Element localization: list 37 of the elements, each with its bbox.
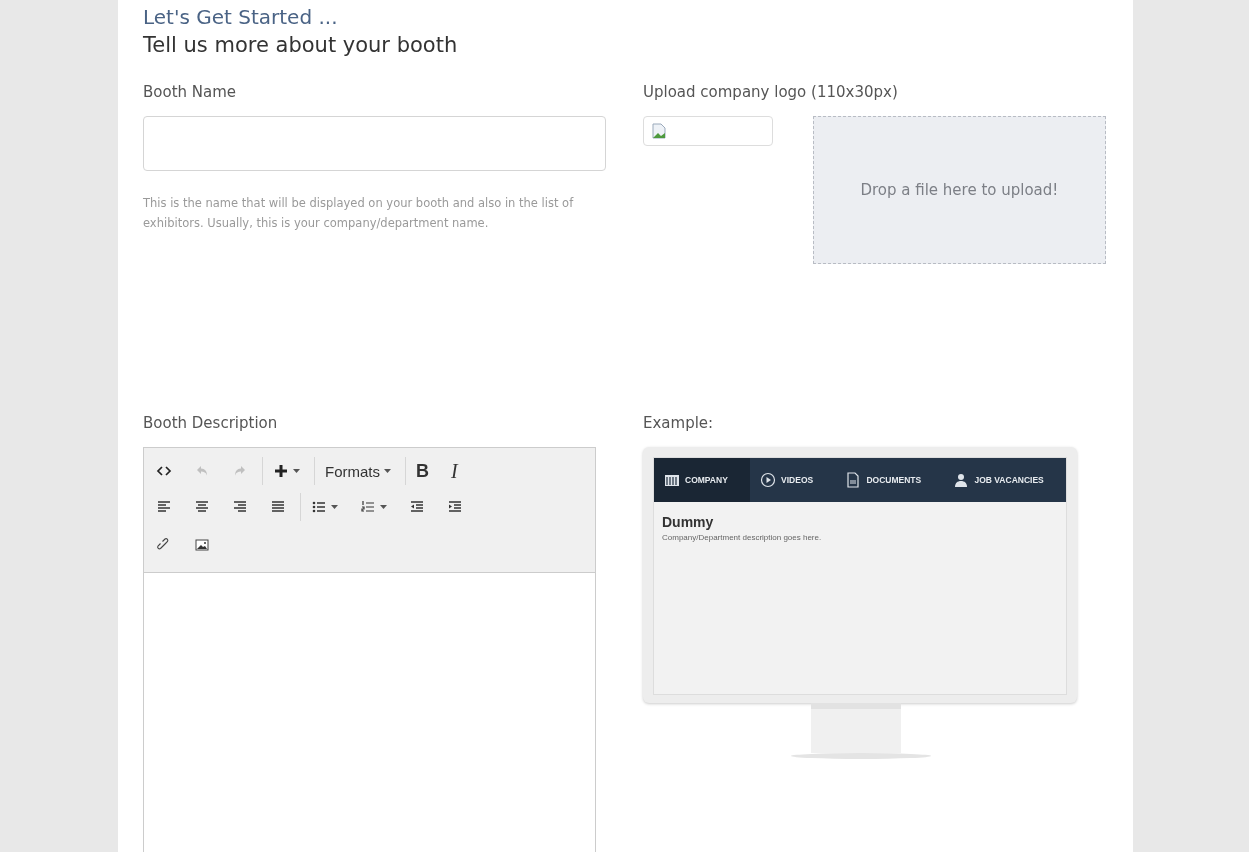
field-label: Booth Description bbox=[143, 413, 279, 433]
bold-button[interactable]: B bbox=[405, 457, 437, 485]
field-label: Booth Name bbox=[143, 82, 238, 102]
document-icon bbox=[845, 472, 862, 488]
preview-title: Dummy bbox=[662, 514, 715, 530]
caret-icon bbox=[331, 505, 338, 509]
field-label: Upload company logo (110x30px) bbox=[643, 82, 899, 102]
booth-name-field[interactable] bbox=[143, 116, 606, 171]
help-text: This is the name that will be displayed on your booth and also in the list of exhibitors. Usually, this is your company/department name. bbox=[143, 195, 575, 232]
preview-tab[interactable]: COMPANY bbox=[654, 458, 751, 502]
building-icon bbox=[664, 472, 680, 488]
formats-dropdown[interactable]: Formats bbox=[314, 457, 399, 485]
italic-button[interactable]: I bbox=[443, 457, 466, 485]
broken-image-icon bbox=[651, 123, 667, 139]
preview-tab[interactable]: VIDEOS bbox=[750, 458, 836, 502]
align-center-icon bbox=[194, 499, 210, 515]
justify-icon bbox=[270, 499, 286, 515]
outdent-icon bbox=[409, 499, 425, 515]
align-right-icon bbox=[232, 499, 248, 515]
preview-description: Company/Department description goes here. bbox=[662, 533, 823, 542]
file-dropzone[interactable]: Drop a file here to upload! bbox=[812, 116, 1106, 264]
preview-tab[interactable]: DOCUMENTS bbox=[835, 458, 944, 502]
page-title: Let's Get Started ... bbox=[143, 4, 339, 30]
caret-icon bbox=[380, 505, 387, 509]
preview-tab[interactable]: JOB VACANCIES bbox=[943, 458, 1066, 502]
caret-icon bbox=[293, 469, 300, 473]
bullet-list-icon bbox=[311, 499, 327, 515]
field-label: Example: bbox=[643, 413, 715, 433]
play-circle-icon bbox=[760, 472, 777, 488]
person-icon bbox=[953, 472, 970, 488]
align-left-icon bbox=[156, 499, 172, 515]
page-subtitle: Tell us more about your booth bbox=[143, 32, 459, 59]
caret-icon bbox=[384, 469, 391, 473]
numbered-list-icon bbox=[360, 499, 376, 515]
image-icon bbox=[194, 537, 210, 553]
indent-icon bbox=[447, 499, 463, 515]
plus-icon bbox=[273, 463, 289, 479]
